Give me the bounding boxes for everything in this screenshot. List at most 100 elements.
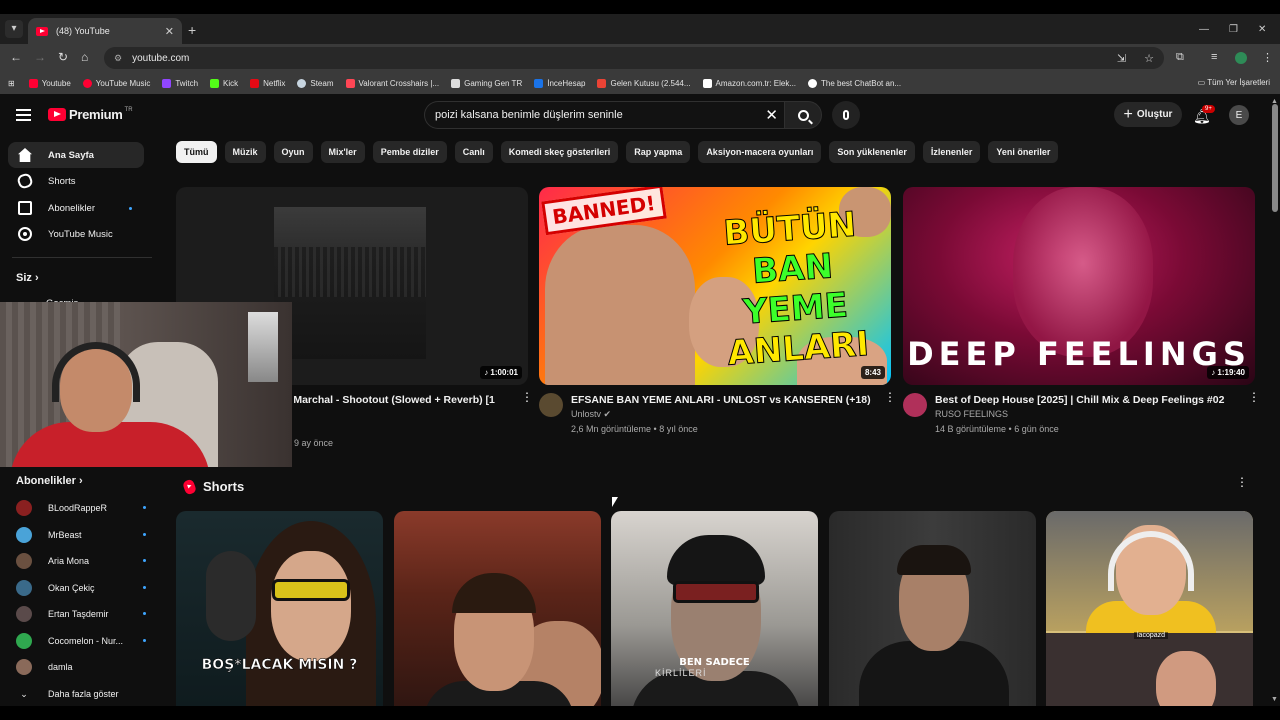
create-button[interactable]: + Oluştur xyxy=(1114,102,1182,127)
chip-soap-operas[interactable]: Pembe diziler xyxy=(372,141,447,163)
tab-close-icon[interactable]: ✕ xyxy=(165,25,174,38)
subscription-item[interactable]: damla xyxy=(16,656,146,678)
reload-button[interactable]: ↻ xyxy=(58,50,68,64)
browser-menu-icon[interactable]: ⋮ xyxy=(1262,51,1273,64)
chip-gaming[interactable]: Oyun xyxy=(273,141,313,163)
short-card[interactable]: BOŞ*LACAK MISIN ? xyxy=(176,511,383,720)
bookmark-item[interactable]: Twitch xyxy=(162,78,198,88)
new-tab-button[interactable]: + xyxy=(188,22,196,38)
back-button[interactable]: ← xyxy=(10,50,22,64)
video-title[interactable]: n Marchal - Shootout (Slowed + Reverb) [… xyxy=(284,393,504,407)
chip-watched[interactable]: İzlenenler xyxy=(922,141,981,163)
chip-rap[interactable]: Rap yapma xyxy=(626,141,691,163)
you-section-link[interactable]: Siz › xyxy=(16,272,39,284)
scrollbar-thumb[interactable] xyxy=(1272,104,1278,212)
channel-avatar[interactable] xyxy=(903,393,927,417)
chevron-down-icon: ⌄ xyxy=(20,688,28,699)
channel-avatar xyxy=(16,580,32,596)
bookmark-item[interactable]: Gelen Kutusu (2.544... xyxy=(597,78,691,88)
short-art xyxy=(667,535,765,585)
tab-youtube[interactable]: (48) YouTube ✕ xyxy=(28,18,182,44)
bookmark-item[interactable]: Youtube xyxy=(28,78,71,88)
bookmark-item[interactable]: Netflix xyxy=(250,78,285,88)
chip-comedy-sketches[interactable]: Komedi skeç gösterileri xyxy=(500,141,619,163)
site-info-icon[interactable]: ⚙ xyxy=(114,53,122,64)
profile-avatar-icon[interactable] xyxy=(1235,52,1247,64)
short-card[interactable]: BEN SADECE KİRLİLERİ xyxy=(611,511,818,720)
chip-live[interactable]: Canlı xyxy=(454,141,493,163)
chip-all[interactable]: Tümü xyxy=(176,141,217,163)
menu-icon[interactable] xyxy=(16,109,31,121)
bookmark-item[interactable]: Kick xyxy=(210,78,238,88)
extensions-icon[interactable]: ⧉ xyxy=(1176,51,1184,64)
video-thumbnail[interactable]: BANNED! BÜTÜN BAN YEME ANLARI 8:43 xyxy=(539,187,891,385)
video-title[interactable]: Best of Deep House [2025] | Chill Mix & … xyxy=(935,393,1235,407)
youtube-header: Premium TR poizi kalsana benimle düşleri… xyxy=(0,96,1280,136)
all-bookmarks[interactable]: ▭ Tüm Yer İşaretleri xyxy=(1198,78,1270,87)
bookmark-item[interactable]: The best ChatBot an... xyxy=(808,78,901,88)
omnibox[interactable]: ⚙ youtube.com ⇲ ☆ xyxy=(104,47,1164,69)
sidebar-item-home[interactable]: Ana Sayfa xyxy=(8,142,144,168)
page-scrollbar[interactable]: ▲ ▼ xyxy=(1270,98,1280,706)
sidebar-item-youtube-music[interactable]: YouTube Music xyxy=(8,221,144,247)
url-text[interactable]: youtube.com xyxy=(132,53,189,64)
subscription-item[interactable]: Ertan Taşdemir xyxy=(16,603,146,625)
more-actions-icon[interactable]: ⋮ xyxy=(521,391,533,407)
channel-name[interactable]: Unlostv ✔ xyxy=(571,409,611,420)
bookmark-item[interactable]: Valorant Crosshairs |... xyxy=(345,78,439,88)
voice-search-button[interactable] xyxy=(832,101,860,129)
subscriptions-heading[interactable]: Abonelikler › xyxy=(16,475,83,487)
more-actions-icon[interactable]: ⋮ xyxy=(1248,391,1260,407)
search-query[interactable]: poizi kalsana benimle düşlerim seninle xyxy=(435,109,765,121)
forward-button[interactable]: → xyxy=(34,50,46,64)
sidebar-item-shorts[interactable]: Shorts xyxy=(8,168,144,194)
youtube-premium-logo[interactable]: Premium TR xyxy=(48,107,133,122)
video-card[interactable]: BANNED! BÜTÜN BAN YEME ANLARI 8:43 EFSAN… xyxy=(539,187,896,453)
chip-music[interactable]: Müzik xyxy=(224,141,266,163)
clear-search-icon[interactable]: ✕ xyxy=(765,106,778,124)
shorts-heading: Shorts xyxy=(181,478,244,495)
media-control-icon[interactable]: ≡ xyxy=(1211,51,1217,63)
account-avatar[interactable]: E xyxy=(1229,105,1249,125)
show-more-button[interactable]: ⌄ Daha fazla göster xyxy=(16,683,146,705)
chip-mixes[interactable]: Mix'ler xyxy=(320,141,365,163)
home-button[interactable]: ⌂ xyxy=(81,50,88,64)
subscription-item[interactable]: Okan Çekiç xyxy=(16,577,146,599)
bookmark-star-icon[interactable]: ☆ xyxy=(1144,52,1154,65)
scroll-down-icon[interactable]: ▼ xyxy=(1271,696,1278,703)
channel-name[interactable]: RUSO FEELINGS xyxy=(935,409,1008,419)
bookmark-item[interactable]: Gaming Gen TR xyxy=(451,78,522,88)
short-card[interactable] xyxy=(829,511,1036,720)
subscription-item[interactable]: Cocomelon - Nur... xyxy=(16,630,146,652)
subscription-item[interactable]: Aria Mona xyxy=(16,550,146,572)
window-close-button[interactable]: ✕ xyxy=(1258,24,1266,35)
video-thumbnail[interactable]: DEEP FEELINGS ♪ 1:19:40 xyxy=(903,187,1255,385)
search-input[interactable]: poizi kalsana benimle düşlerim seninle ✕ xyxy=(424,101,786,129)
bookmark-item[interactable]: YouTube Music xyxy=(82,78,150,88)
more-actions-icon[interactable]: ⋮ xyxy=(884,391,896,407)
video-title[interactable]: EFSANE BAN YEME ANLARI - UNLOST vs KANSE… xyxy=(571,393,871,407)
subscription-item[interactable]: MrBeast xyxy=(16,524,146,546)
search-button[interactable] xyxy=(784,101,822,129)
tab-list-button[interactable]: ▾ xyxy=(5,20,23,38)
bookmark-item[interactable]: İnceHesap xyxy=(534,78,585,88)
channel-avatar[interactable] xyxy=(539,393,563,417)
maximize-button[interactable]: ❐ xyxy=(1229,24,1238,35)
bookmark-item[interactable]: Steam xyxy=(297,78,334,88)
shorts-more-icon[interactable]: ⋮ xyxy=(1236,476,1248,488)
chip-action-adventure-games[interactable]: Aksiyon-macera oyunları xyxy=(698,141,822,163)
channel-avatar xyxy=(16,659,32,675)
short-card[interactable] xyxy=(394,511,601,720)
chip-new-to-you[interactable]: Yeni öneriler xyxy=(988,141,1059,163)
install-app-icon[interactable]: ⇲ xyxy=(1117,52,1126,65)
sidebar-item-subscriptions[interactable]: Abonelikler xyxy=(8,195,144,221)
bookmark-item[interactable]: Amazon.com.tr: Elek... xyxy=(702,78,796,88)
minimize-button[interactable]: — xyxy=(1199,24,1209,35)
apps-grid-icon[interactable]: ⊞ xyxy=(8,79,15,88)
subscription-item[interactable]: BLoodRappeR xyxy=(16,497,146,519)
webcam-art xyxy=(248,312,278,382)
video-card[interactable]: DEEP FEELINGS ♪ 1:19:40 Best of Deep Hou… xyxy=(903,187,1260,453)
thumbnail-forest xyxy=(274,247,426,297)
chip-recently-uploaded[interactable]: Son yüklenenler xyxy=(829,141,915,163)
short-card[interactable]: lacopazd xyxy=(1046,511,1253,720)
